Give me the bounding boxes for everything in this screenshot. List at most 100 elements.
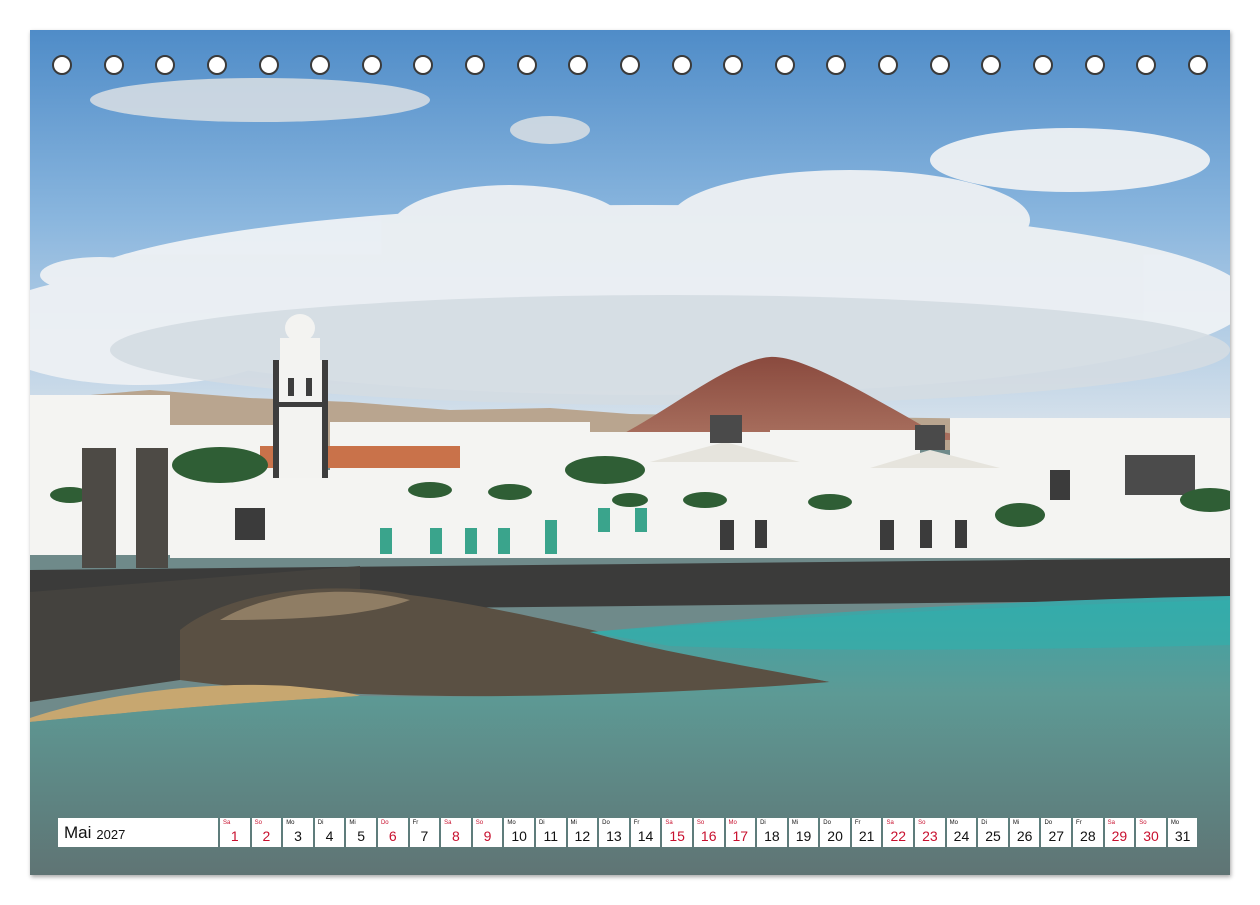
day-cell: Mo 10	[504, 818, 534, 847]
day-number: 14	[637, 828, 654, 844]
day-cell: Mo 3	[283, 818, 313, 847]
weekday-abbrev: Do	[380, 820, 389, 826]
weekday-abbrev: So	[918, 820, 926, 826]
day-number: 30	[1143, 828, 1159, 844]
day-number: 28	[1080, 828, 1096, 844]
binding-hole	[1187, 55, 1208, 75]
binding-hole	[1032, 55, 1053, 75]
binding-hole	[878, 55, 898, 75]
day-number: 21	[858, 828, 875, 844]
weekday-abbrev: Mo	[728, 820, 737, 826]
weekday-abbrev: So	[1139, 820, 1147, 826]
day-cell: Sa 8	[441, 818, 471, 847]
binding-hole	[310, 55, 331, 75]
weekday-abbrev: Di	[317, 820, 324, 826]
day-number: 26	[1016, 828, 1033, 844]
binding-hole	[619, 55, 640, 75]
day-number: 23	[922, 828, 938, 844]
day-cell: Sa 15	[662, 818, 692, 847]
day-number: 9	[483, 828, 492, 844]
day-cell: Fr 28	[1073, 818, 1103, 847]
day-number: 7	[420, 828, 429, 844]
day-cell: Di 11	[535, 818, 566, 847]
weekday-abbrev: Do	[823, 820, 831, 826]
month-name: Mai	[64, 822, 92, 842]
binding-hole	[465, 55, 485, 75]
binding-hole	[52, 55, 72, 75]
binding-hole	[981, 55, 1002, 75]
day-cell: Sa 29	[1104, 818, 1135, 847]
day-cell: Sa 22	[883, 818, 914, 847]
weekday-abbrev: Sa	[223, 820, 231, 826]
binding-holes	[52, 55, 1208, 79]
weekday-abbrev: So	[475, 820, 484, 826]
binding-hole	[155, 55, 176, 75]
weekday-abbrev: Mo	[286, 820, 295, 826]
day-number: 17	[732, 828, 749, 844]
day-cell: So 30	[1136, 818, 1166, 847]
day-cell: Mo 17	[725, 818, 756, 847]
weekday-abbrev: Fr	[854, 820, 861, 826]
binding-hole	[413, 55, 434, 75]
weekday-abbrev: Mi	[1012, 820, 1020, 826]
binding-hole	[568, 55, 589, 75]
binding-hole	[929, 55, 950, 75]
day-cell: So 9	[472, 818, 503, 847]
weekday-abbrev: Mi	[349, 820, 356, 826]
weekday-abbrev: Fr	[633, 820, 640, 826]
day-cell: Di 4	[314, 818, 345, 847]
day-number: 4	[325, 828, 334, 844]
day-cell: Fr 7	[409, 818, 440, 847]
binding-hole	[361, 55, 382, 75]
binding-hole	[826, 55, 847, 75]
weekday-abbrev: Do	[602, 820, 610, 826]
day-number: 25	[985, 828, 1001, 844]
binding-hole	[1136, 55, 1157, 75]
day-number: 8	[452, 828, 460, 844]
weekday-abbrev: Mo	[507, 820, 516, 826]
weekday-abbrev: Fr	[1076, 820, 1082, 826]
month-label-box: Mai 2027	[58, 818, 218, 847]
day-number: 5	[357, 828, 366, 844]
weekday-abbrev: So	[696, 820, 705, 826]
weekday-abbrev: Di	[760, 820, 766, 826]
day-number: 3	[294, 828, 302, 844]
weekday-abbrev: Mi	[791, 820, 799, 826]
day-number: 13	[606, 828, 622, 844]
day-number: 18	[764, 828, 780, 844]
day-cell: Fr 21	[851, 818, 882, 847]
day-cell: Mi 12	[567, 818, 598, 847]
binding-hole	[103, 55, 124, 75]
day-number: 24	[953, 828, 970, 844]
day-number: 6	[388, 828, 397, 844]
day-number: 27	[1048, 828, 1065, 844]
day-number: 22	[890, 828, 907, 844]
day-cell: Di 18	[757, 818, 787, 847]
weekday-abbrev: Mo	[949, 820, 958, 826]
day-cell: Sa 1	[220, 818, 250, 847]
day-number: 16	[700, 828, 717, 844]
day-cell: Do 13	[599, 818, 629, 847]
day-cell: Do 6	[377, 818, 408, 847]
day-cell: Mi 5	[346, 818, 376, 847]
day-cell: Do 20	[820, 818, 850, 847]
weekday-abbrev: So	[254, 820, 262, 826]
weekday-abbrev: Di	[981, 820, 987, 826]
day-number: 12	[574, 828, 591, 844]
day-cell: Mi 26	[1009, 818, 1040, 847]
binding-hole	[1084, 55, 1105, 75]
weekday-abbrev: Di	[538, 820, 545, 826]
binding-hole	[774, 55, 795, 75]
day-cell: Mo 24	[946, 818, 977, 847]
day-cell: Do 27	[1041, 818, 1072, 847]
binding-hole	[258, 55, 279, 75]
weekday-abbrev: Mo	[1170, 820, 1180, 826]
day-cells: Sa 1 So 2 Mo 3 Di 4 Mi 5 Do 6 Fr 7 Sa 8 So 9 Mo 10 Di 11 Mi 12 D…	[220, 818, 1198, 847]
weekday-abbrev: Sa	[1107, 820, 1115, 826]
day-number: 15	[669, 828, 685, 844]
day-cell: Di 25	[978, 818, 1008, 847]
binding-hole	[671, 55, 692, 75]
binding-hole	[516, 55, 537, 75]
weekday-abbrev: Sa	[886, 820, 894, 826]
weekday-abbrev: Sa	[444, 820, 452, 826]
